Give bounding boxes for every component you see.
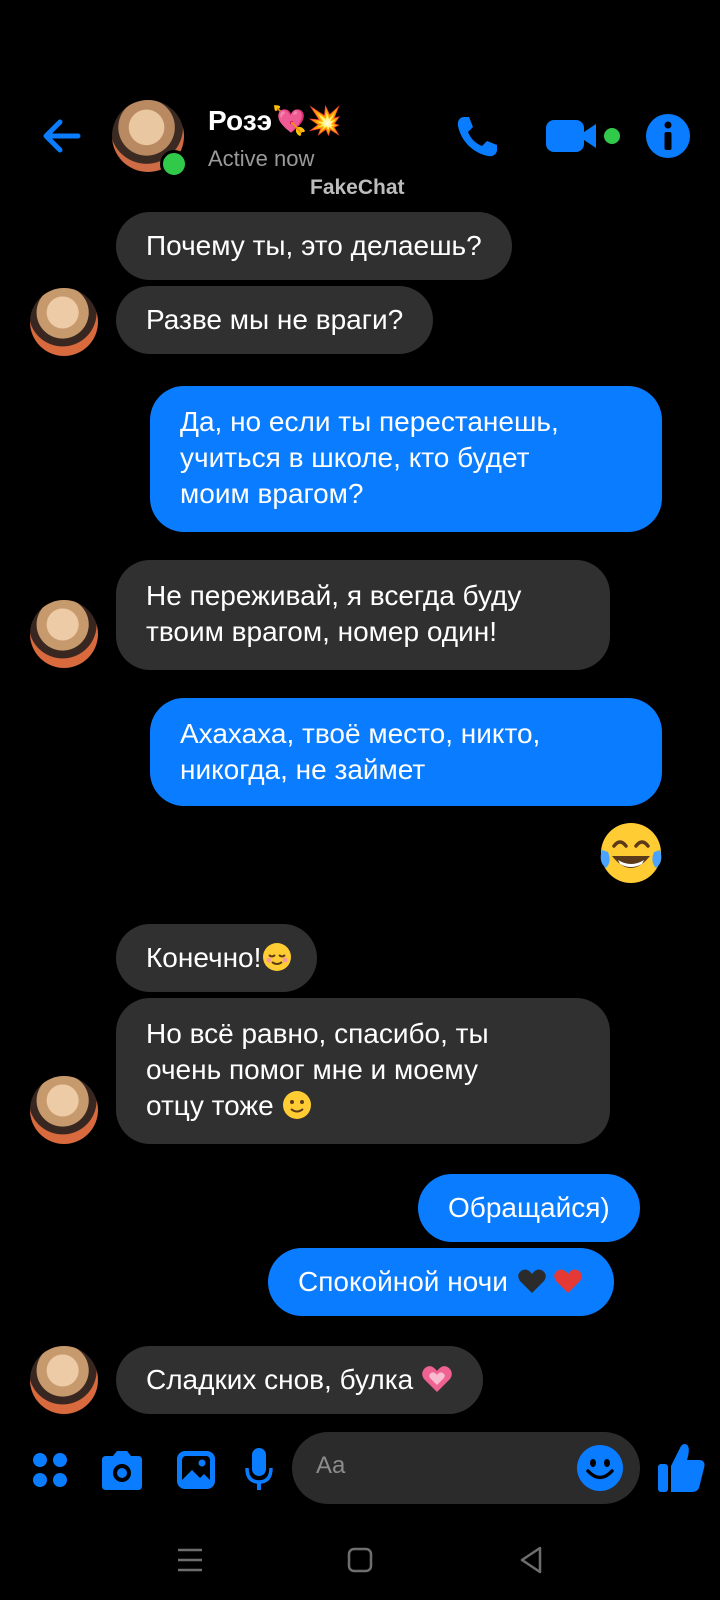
message-line: никогда, не займет — [180, 754, 426, 785]
message-line: Ахахаха, твоё место, никто, — [180, 718, 541, 749]
message-line-text: отцу тоже — [146, 1090, 274, 1121]
message-line: учиться в школе, кто будет — [180, 442, 530, 473]
active-status: Active now — [208, 146, 315, 171]
black-heart-red-heart-icon — [517, 1269, 582, 1293]
message-line: моим врагом? — [180, 478, 364, 509]
message-line: Не переживай, я всегда буду — [146, 580, 522, 611]
message-bubble-incoming[interactable]: Конечно! — [116, 924, 318, 992]
microphone-icon[interactable] — [244, 1446, 274, 1494]
message-text: Почему ты, это делаешь? — [146, 230, 482, 261]
emoji-icon[interactable] — [576, 1444, 624, 1492]
recent-apps-icon[interactable] — [170, 1540, 210, 1580]
message-bubble-outgoing[interactable]: Спокойной ночи — [268, 1248, 614, 1316]
message-line: Но всё равно, спасибо, ты — [146, 1018, 489, 1049]
relieved-face-icon — [263, 943, 292, 971]
message-text: Спокойной ночи — [298, 1266, 508, 1297]
four-dots-menu-icon[interactable] — [30, 1450, 70, 1490]
message-bubble-incoming[interactable]: Сладких снов, булка — [116, 1346, 483, 1414]
back-arrow-icon[interactable] — [38, 112, 86, 160]
home-icon[interactable] — [340, 1540, 380, 1580]
system-navigation-bar — [0, 1520, 720, 1600]
message-bubble-incoming[interactable]: Не переживай, я всегда буду твоим врагом… — [116, 560, 610, 670]
image-icon[interactable] — [174, 1448, 218, 1492]
message-text: Сладких снов, булка — [146, 1364, 414, 1395]
watermark: FakeChat — [310, 176, 405, 199]
camera-icon[interactable] — [98, 1448, 146, 1492]
sender-avatar[interactable] — [30, 1076, 98, 1144]
sender-avatar[interactable] — [30, 600, 98, 668]
message-bubble-incoming[interactable]: Почему ты, это делаешь? — [116, 212, 512, 280]
message-bubble-outgoing[interactable]: Ахахаха, твоё место, никто, никогда, не … — [150, 698, 662, 806]
message-input[interactable]: Aa — [292, 1432, 640, 1504]
message-line: твоим врагом, номер один! — [146, 616, 498, 647]
message-line: Да, но если ты перестанешь, — [180, 406, 559, 437]
face-with-tears-of-joy-icon[interactable] — [596, 818, 666, 888]
input-placeholder: Aa — [316, 1452, 346, 1479]
message-bubble-outgoing[interactable]: Обращайся) — [418, 1174, 640, 1242]
chat-header: Розэ💘💥 Active now FakeChat — [0, 0, 720, 200]
message-bubble-incoming[interactable]: Но всё равно, спасибо, ты очень помог мн… — [116, 998, 610, 1144]
contact-name[interactable]: Розэ💘💥 — [208, 104, 342, 137]
message-text: Разве мы не враги? — [146, 304, 404, 335]
message-composer: Aa — [0, 1430, 720, 1510]
message-bubble-incoming[interactable]: Разве мы не враги? — [116, 286, 434, 354]
growing-heart-icon — [422, 1366, 452, 1392]
info-icon[interactable] — [644, 112, 692, 160]
phone-icon[interactable] — [452, 112, 502, 162]
sender-avatar[interactable] — [30, 1346, 98, 1414]
online-indicator — [160, 150, 188, 178]
sender-avatar[interactable] — [30, 288, 98, 356]
message-text: Обращайся) — [448, 1192, 610, 1223]
slightly-smiling-face-icon — [283, 1091, 312, 1119]
thumbs-up-icon[interactable] — [656, 1440, 706, 1494]
video-camera-icon[interactable] — [544, 116, 622, 156]
message-text: Конечно! — [146, 942, 262, 973]
message-line: очень помог мне и моему — [146, 1054, 478, 1085]
back-triangle-icon[interactable] — [512, 1540, 552, 1580]
message-bubble-outgoing[interactable]: Да, но если ты перестанешь, учиться в шк… — [150, 386, 662, 532]
message-line: отцу тоже — [146, 1088, 580, 1124]
